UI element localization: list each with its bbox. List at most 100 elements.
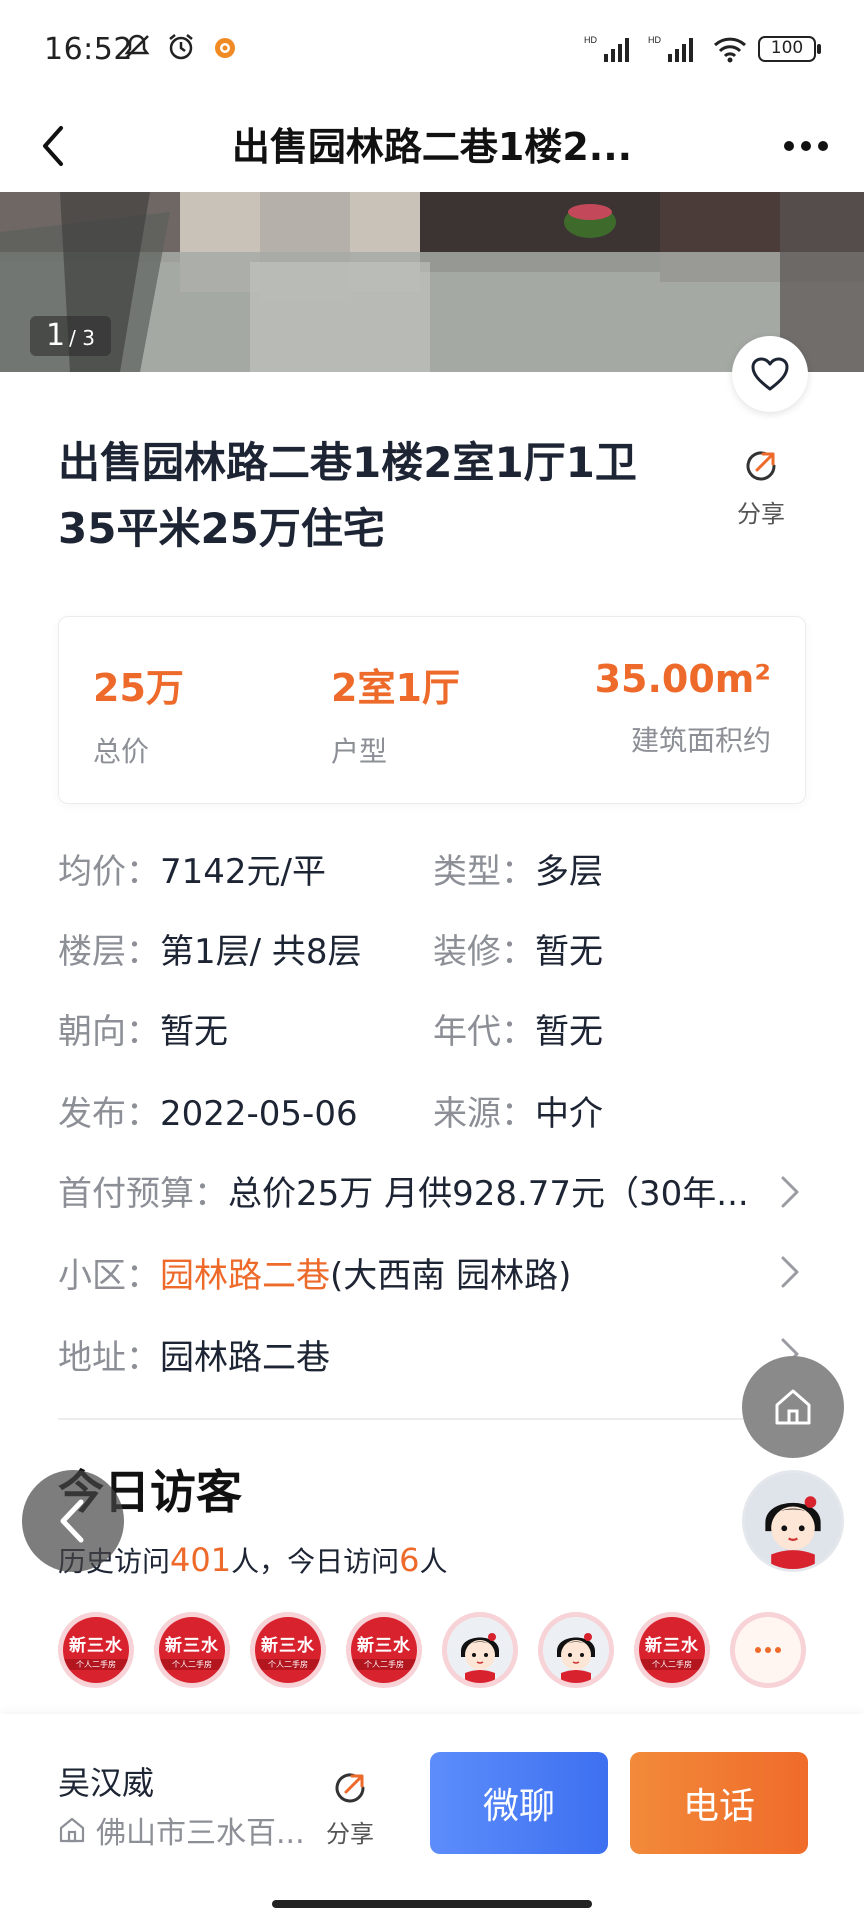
listing-title-line-2: 35平米25万住宅 xyxy=(58,504,385,553)
down-payment-value: 总价25万 月供928.77元（30年... xyxy=(228,1174,749,1214)
signal-icon: HD xyxy=(648,35,693,62)
agent-name[interactable]: 吴汉威 xyxy=(58,1758,154,1804)
chevron-right-icon[interactable] xyxy=(774,1252,804,1292)
avatar-badge-subtext: 个人二手房 xyxy=(351,1658,417,1670)
unit-price-row: 均价：7142元/平 xyxy=(58,844,326,893)
address-label: 地址： xyxy=(58,1338,160,1378)
back-button[interactable] xyxy=(22,114,86,178)
visitor-avatar[interactable]: 新三水 个人二手房 xyxy=(154,1612,230,1688)
price-metric: 25万 总价 xyxy=(93,657,184,770)
home-indicator[interactable] xyxy=(272,1900,592,1908)
photo-total: / 3 xyxy=(69,326,95,350)
address-value: 园林路二巷 xyxy=(160,1338,330,1378)
avatar-badge-text: 新三水 xyxy=(645,1635,699,1656)
price-value: 25万 xyxy=(93,666,184,710)
visitor-avatar[interactable]: 新三水 个人二手房 xyxy=(58,1612,134,1688)
cartoon-girl-avatar-icon xyxy=(447,1617,513,1683)
publish-row: 发布：2022-05-06 xyxy=(58,1086,358,1135)
avatar-badge: 新三水 个人二手房 xyxy=(351,1617,417,1683)
unit-price-label: 均价： xyxy=(58,852,160,892)
type-row: 类型：多层 xyxy=(433,844,603,893)
visitor-avatar[interactable] xyxy=(442,1612,518,1688)
layout-value: 2室1厅 xyxy=(331,666,460,710)
history-count: 401 xyxy=(170,1541,232,1579)
publish-label: 发布： xyxy=(58,1094,160,1134)
listing-title-line-1: 出售园林路二巷1楼2室1厅1卫 xyxy=(58,438,637,487)
avatar-badge: 新三水 个人二手房 xyxy=(255,1617,321,1683)
bottom-share-button[interactable]: 分享 xyxy=(318,1768,382,1849)
section-divider xyxy=(58,1418,806,1420)
floating-home-button[interactable] xyxy=(742,1356,844,1458)
room-photo-image xyxy=(0,192,864,372)
svg-text:HD: HD xyxy=(584,35,597,45)
bottom-share-label: 分享 xyxy=(326,1820,374,1848)
more-button[interactable] xyxy=(770,114,842,178)
source-value: 中介 xyxy=(535,1094,603,1134)
avatar-badge-subtext: 个人二手房 xyxy=(63,1658,129,1670)
share-icon xyxy=(335,1773,365,1803)
orientation-value: 暂无 xyxy=(160,1012,228,1052)
more-dots-icon xyxy=(735,1617,801,1683)
visitor-avatar[interactable]: 新三水 个人二手房 xyxy=(346,1612,422,1688)
avatar-badge-text: 新三水 xyxy=(261,1635,315,1656)
avatar-badge-subtext: 个人二手房 xyxy=(255,1658,321,1670)
community-row[interactable]: 小区：园林路二巷(大西南 园林路) xyxy=(58,1248,571,1297)
source-row: 来源：中介 xyxy=(433,1086,603,1135)
unit-price-value: 7142元/平 xyxy=(160,852,326,892)
notification-icon xyxy=(215,38,235,58)
home-icon xyxy=(775,1389,811,1425)
status-time: 16:52 xyxy=(44,32,133,67)
year-label: 年代： xyxy=(433,1012,535,1052)
avatar-badge-text: 新三水 xyxy=(69,1635,123,1656)
floor-value: 第1层/ 共8层 xyxy=(160,932,362,972)
source-label: 来源： xyxy=(433,1094,535,1134)
community-label: 小区： xyxy=(58,1256,160,1296)
visitor-avatar[interactable]: 新三水 个人二手房 xyxy=(250,1612,326,1688)
chevron-left-icon xyxy=(43,126,63,166)
decor-label: 装修： xyxy=(433,932,535,972)
chat-button[interactable]: 微聊 xyxy=(430,1752,608,1854)
visitor-avatar[interactable]: 新三水 个人二手房 xyxy=(634,1612,710,1688)
floating-back-button[interactable] xyxy=(22,1470,124,1572)
community-link[interactable]: 园林路二巷 xyxy=(160,1256,330,1296)
avatar-badge-text: 新三水 xyxy=(357,1635,411,1656)
avatar-badge: 新三水 个人二手房 xyxy=(639,1617,705,1683)
avatar-badge-subtext: 个人二手房 xyxy=(159,1658,225,1670)
photo-counter: 1 / 3 xyxy=(30,316,111,356)
area-value: 35.00m² xyxy=(594,657,771,701)
call-button[interactable]: 电话 xyxy=(630,1752,808,1854)
type-value: 多层 xyxy=(535,852,603,892)
more-dot-icon xyxy=(755,1647,761,1653)
share-label: 分享 xyxy=(737,500,785,528)
decor-row: 装修：暂无 xyxy=(433,924,603,973)
listing-photo[interactable] xyxy=(0,192,864,372)
cartoon-girl-avatar-icon xyxy=(543,1617,609,1683)
signal-icon: HD xyxy=(584,35,629,62)
agent-store-name: 佛山市三水百... xyxy=(96,1816,305,1851)
visitor-avatar-list: 新三水 个人二手房 新三水 个人二手房 新三水 个人二手房 新三水 个人二手房 新三水个… xyxy=(58,1612,806,1688)
heart-icon xyxy=(751,357,789,391)
page-title: 出售园林路二巷1楼2... xyxy=(231,125,633,169)
down-payment-row[interactable]: 首付预算：总价25万 月供928.77元（30年... xyxy=(58,1166,768,1215)
agent-store[interactable]: 佛山市三水百... xyxy=(58,1808,305,1852)
more-dot-icon xyxy=(801,141,811,151)
share-button[interactable]: 分享 xyxy=(728,446,794,529)
chevron-right-icon[interactable] xyxy=(774,1172,804,1212)
chevron-left-icon xyxy=(60,1499,84,1543)
listing-title: 出售园林路二巷1楼2室1厅1卫 35平米25万住宅 xyxy=(58,430,698,562)
cartoon-girl-avatar-icon xyxy=(745,1473,841,1569)
store-icon xyxy=(59,1817,85,1843)
today-prefix: 人，今日访问 xyxy=(231,1545,400,1578)
favorite-button[interactable] xyxy=(732,336,808,412)
address-row[interactable]: 地址：园林路二巷 xyxy=(58,1330,330,1379)
status-bar: 16:52 HD HD 100 xyxy=(0,0,864,100)
year-row: 年代：暂无 xyxy=(433,1004,603,1053)
status-icons-left xyxy=(122,32,240,62)
floating-agent-avatar[interactable] xyxy=(742,1470,844,1572)
more-visitors-button[interactable] xyxy=(730,1612,806,1688)
avatar-badge: 新三水 个人二手房 xyxy=(159,1617,225,1683)
visitor-avatar[interactable] xyxy=(538,1612,614,1688)
year-value: 暂无 xyxy=(535,1012,603,1052)
more-dot-icon xyxy=(775,1647,781,1653)
status-icons-right: HD HD 100 xyxy=(584,34,821,64)
